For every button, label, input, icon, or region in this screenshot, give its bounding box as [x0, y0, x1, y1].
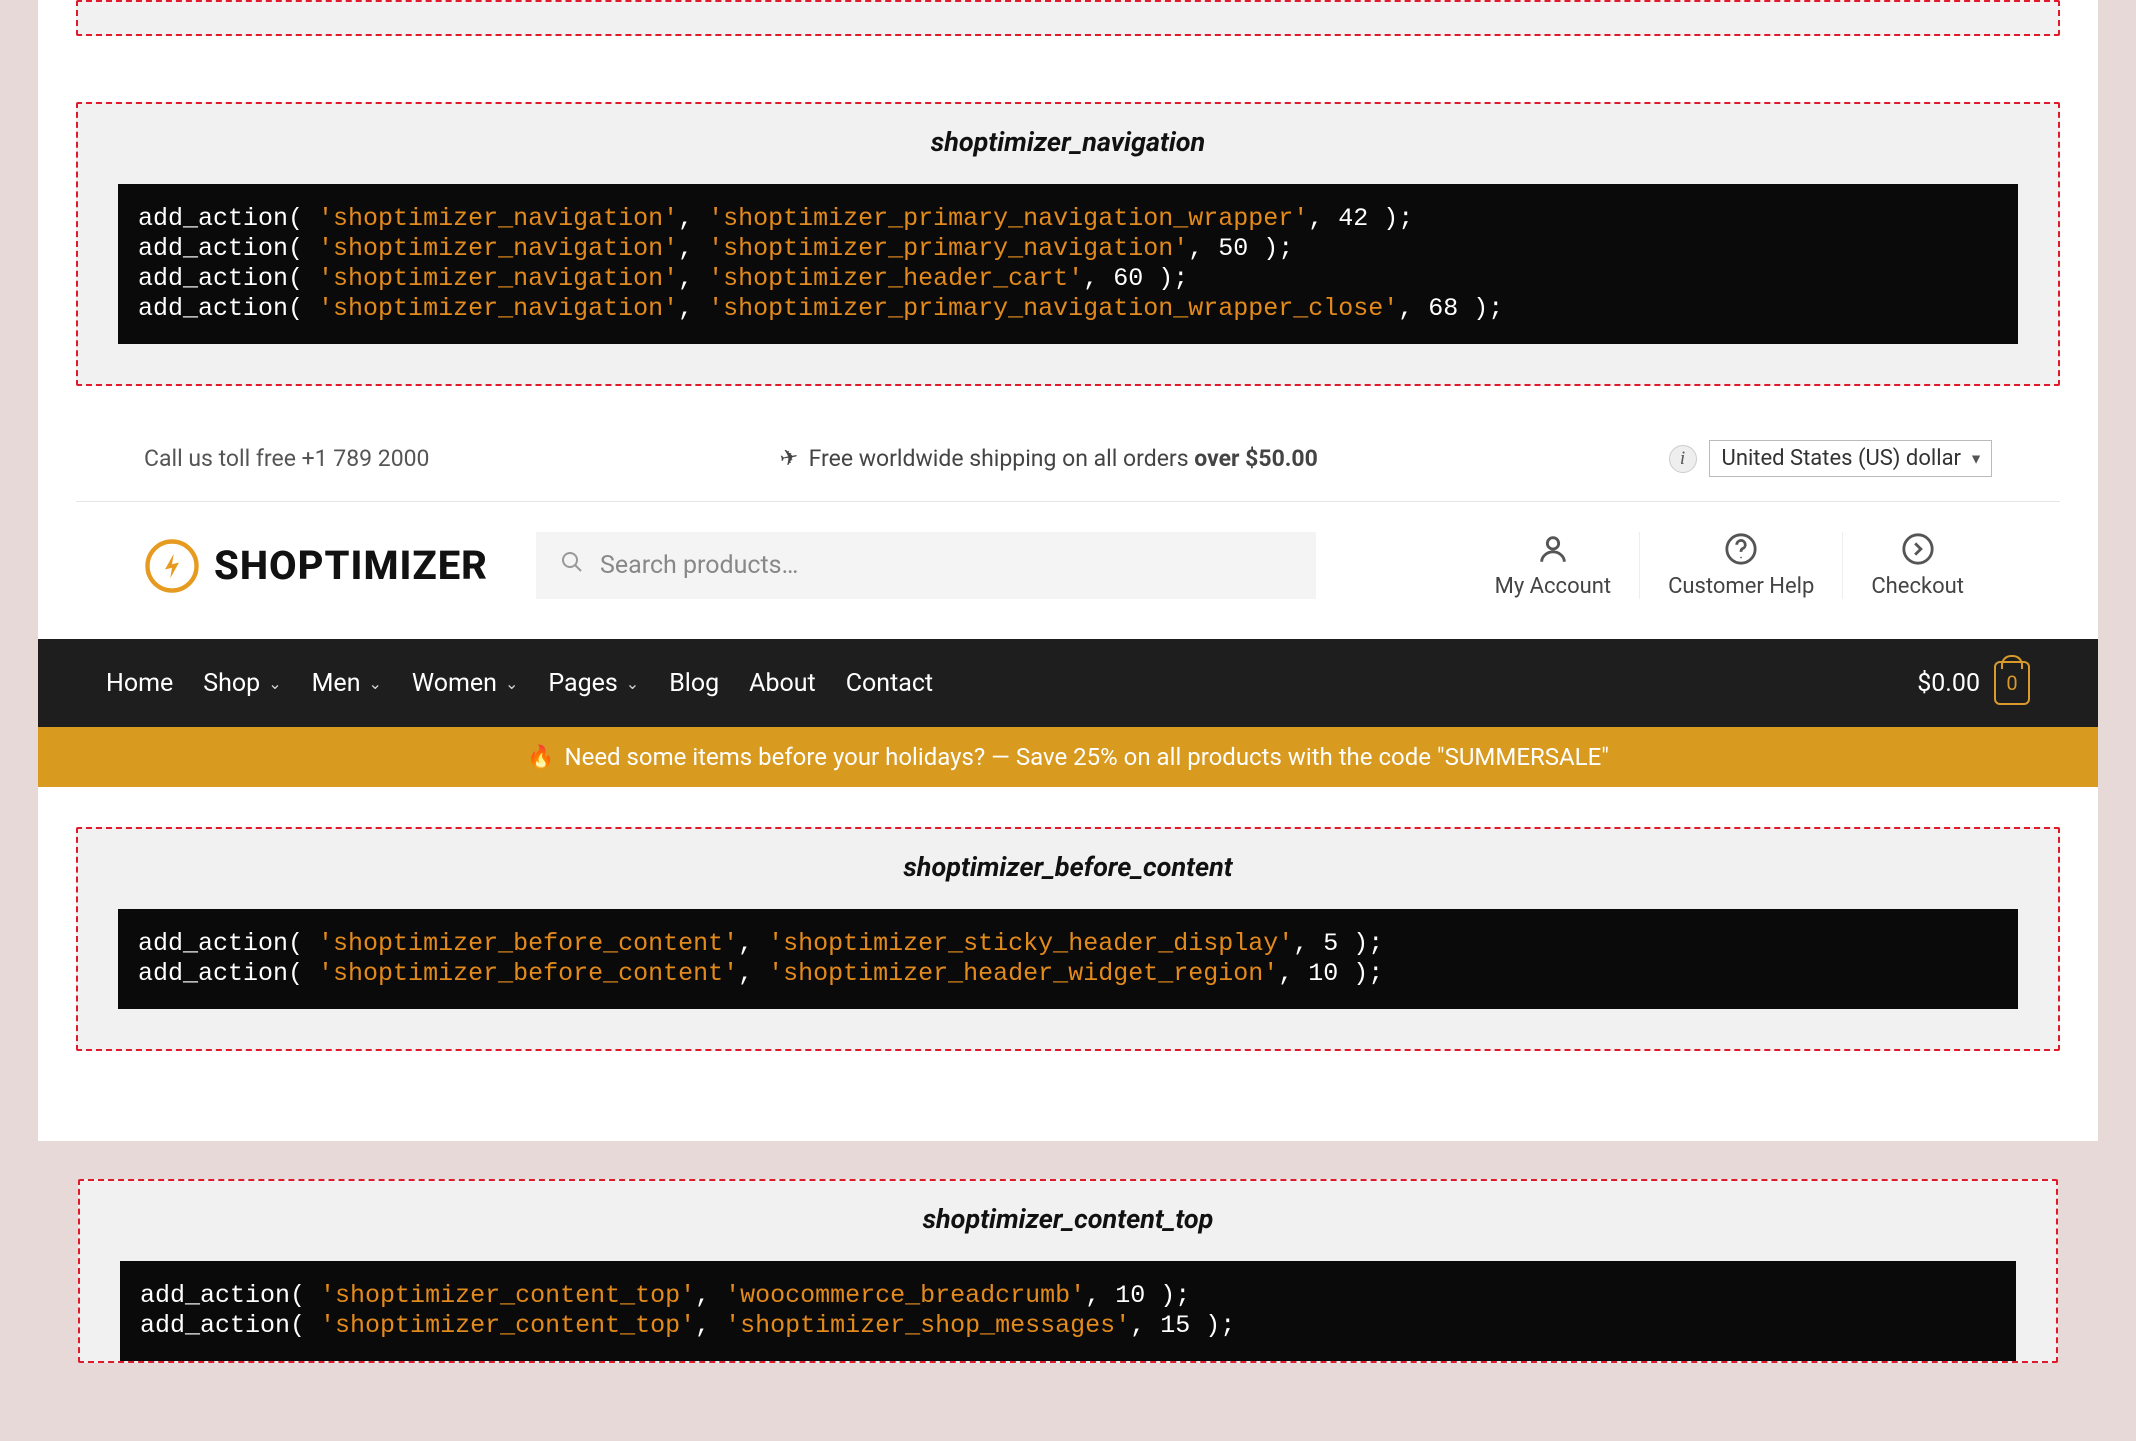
header-row: SHOPTIMIZER Search products… My Account … — [76, 502, 2060, 639]
logo-text: SHOPTIMIZER — [214, 542, 488, 589]
search-icon — [560, 550, 584, 581]
nav-item-pages[interactable]: Pages⌄ — [548, 669, 639, 698]
topbar-right: i United States (US) dollar — [1669, 440, 1992, 477]
my-account-link[interactable]: My Account — [1467, 532, 1639, 599]
user-icon — [1536, 532, 1570, 566]
nav-item-about[interactable]: About — [749, 669, 816, 698]
nav-item-contact[interactable]: Contact — [846, 669, 933, 698]
hook-title: shoptimizer_content_top — [120, 1203, 2016, 1235]
currency-select[interactable]: United States (US) dollar — [1709, 440, 1992, 477]
header-icons: My Account Customer Help Checkout — [1467, 532, 1992, 599]
nav-items: Home Shop⌄ Men⌄ Women⌄ Pages⌄ Blog About… — [106, 669, 933, 698]
customer-help-label: Customer Help — [1668, 574, 1814, 599]
hook-box-content-top: shoptimizer_content_top add_action( 'sho… — [78, 1179, 2058, 1363]
nav-item-women[interactable]: Women⌄ — [412, 669, 518, 698]
my-account-label: My Account — [1495, 574, 1611, 599]
hook-box-empty — [76, 0, 2060, 36]
chevron-down-icon: ⌄ — [369, 674, 382, 693]
nav-item-home[interactable]: Home — [106, 669, 173, 698]
topbar-shipping-prefix: Free worldwide shipping on all orders — [809, 445, 1195, 472]
logo[interactable]: SHOPTIMIZER — [144, 538, 488, 594]
code-block-navigation: add_action( 'shoptimizer_navigation', 's… — [118, 184, 2018, 344]
primary-navigation: Home Shop⌄ Men⌄ Women⌄ Pages⌄ Blog About… — [38, 639, 2098, 727]
promo-bar: 🔥 Need some items before your holidays? … — [38, 727, 2098, 787]
topbar-phone: Call us toll free +1 789 2000 — [144, 445, 429, 472]
search-placeholder: Search products… — [600, 551, 798, 580]
hook-title: shoptimizer_before_content — [118, 851, 2018, 883]
help-icon — [1724, 532, 1758, 566]
logo-icon — [144, 538, 200, 594]
chevron-down-icon: ⌄ — [505, 674, 518, 693]
search-input[interactable]: Search products… — [536, 532, 1316, 599]
info-icon[interactable]: i — [1669, 445, 1697, 473]
topbar-shipping-bold: over $50.00 — [1194, 445, 1318, 472]
hook-box-before-content: shoptimizer_before_content add_action( '… — [76, 827, 2060, 1051]
promo-text: Need some items before your holidays? — … — [564, 743, 1608, 771]
chevron-right-circle-icon — [1901, 532, 1935, 566]
chevron-down-icon: ⌄ — [626, 674, 639, 693]
topbar-shipping: ✈ Free worldwide shipping on all orders … — [780, 445, 1318, 472]
header-cart[interactable]: $0.00 0 — [1917, 661, 2030, 705]
code-block-content-top: add_action( 'shoptimizer_content_top', '… — [120, 1261, 2016, 1361]
nav-item-blog[interactable]: Blog — [669, 669, 719, 698]
nav-item-shop[interactable]: Shop⌄ — [203, 669, 281, 698]
nav-item-men[interactable]: Men⌄ — [312, 669, 382, 698]
checkout-link[interactable]: Checkout — [1842, 532, 1992, 599]
topbar: Call us toll free +1 789 2000 ✈ Free wor… — [76, 416, 2060, 502]
cart-icon: 0 — [1994, 661, 2030, 705]
hook-box-navigation: shoptimizer_navigation add_action( 'shop… — [76, 102, 2060, 386]
code-block-before-content: add_action( 'shoptimizer_before_content'… — [118, 909, 2018, 1009]
hook-title: shoptimizer_navigation — [118, 126, 2018, 158]
fire-icon: 🔥 — [527, 745, 554, 770]
customer-help-link[interactable]: Customer Help — [1639, 532, 1842, 599]
checkout-label: Checkout — [1871, 574, 1964, 599]
cart-total: $0.00 — [1917, 669, 1980, 698]
cart-count: 0 — [2006, 671, 2017, 695]
chevron-down-icon: ⌄ — [268, 674, 281, 693]
plane-icon: ✈ — [778, 445, 800, 473]
